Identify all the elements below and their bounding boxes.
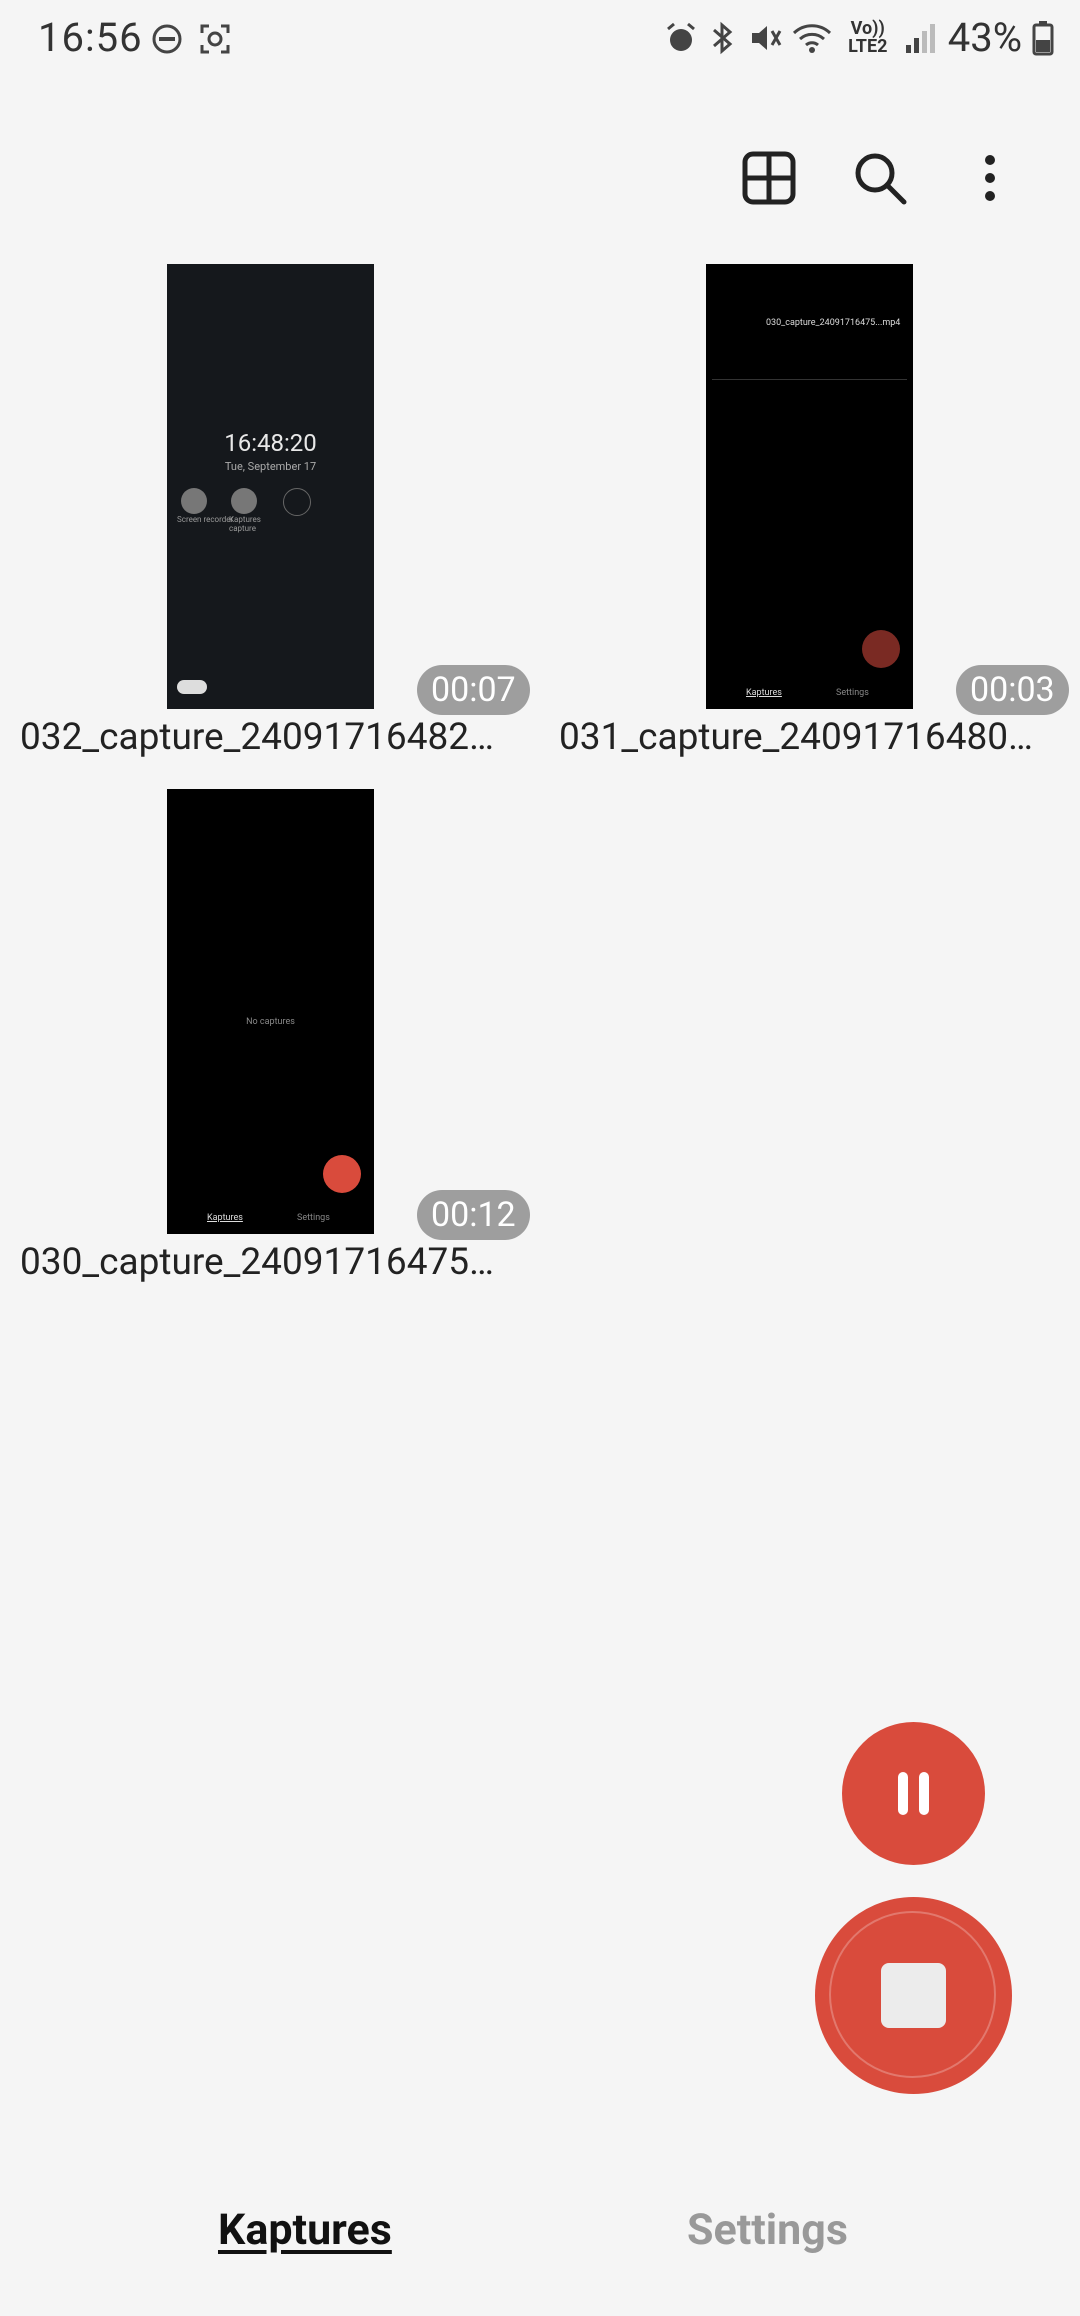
capture-filename: 032_capture_24091716482… <box>20 716 494 759</box>
more-options-icon[interactable] <box>960 148 1020 208</box>
stop-button[interactable] <box>815 1897 1012 2094</box>
tab-kaptures[interactable]: Kaptures <box>218 2205 392 2255</box>
wifi-icon <box>792 23 831 53</box>
pause-button[interactable] <box>842 1722 985 1865</box>
thumbnail-label-2: Kaptures capture <box>229 515 261 533</box>
status-bar: 16:56 Vo)) LTE2 43% <box>0 0 1080 80</box>
thumbnail-recorder-icon <box>181 488 207 514</box>
capture-filename: 030_capture_24091716475… <box>20 1241 494 1284</box>
thumbnail-empty-text: No captures <box>246 1017 295 1027</box>
alarm-icon <box>666 22 695 51</box>
thumbnail-clock: 16:48:20 <box>224 429 317 457</box>
video-thumbnail[interactable]: No captures Kaptures Settings <box>167 789 374 1234</box>
duration-badge: 00:07 <box>417 665 530 715</box>
signal-icon <box>905 23 935 53</box>
network-type: Vo)) LTE2 <box>848 17 888 57</box>
thumbnail-toggle <box>177 680 207 694</box>
thumbnail-capture-icon <box>231 488 257 514</box>
thumbnail-fab <box>862 630 900 668</box>
thumbnail-tab-kaptures: Kaptures <box>207 1213 243 1223</box>
thumbnail-tab-settings: Settings <box>836 688 869 698</box>
screen-capture-icon <box>200 24 230 54</box>
thumbnail-label-1: Screen recorder <box>177 515 234 524</box>
duration-badge: 00:12 <box>417 1190 530 1240</box>
duration-badge: 00:03 <box>956 665 1069 715</box>
video-thumbnail[interactable]: 030_capture_24091716475...mp4 Kaptures S… <box>706 264 913 709</box>
capture-filename: 031_capture_24091716480… <box>559 716 1033 759</box>
thumbnail-divider <box>712 379 907 380</box>
thumbnail-tab-kaptures: Kaptures <box>746 688 782 698</box>
pause-icon <box>898 1772 929 1815</box>
tab-settings[interactable]: Settings <box>687 2205 848 2255</box>
thumbnail-date: Tue, September 17 <box>224 460 317 473</box>
thumbnail-tab-settings: Settings <box>297 1213 330 1223</box>
thumbnail-add-icon <box>283 488 311 516</box>
video-thumbnail[interactable]: 16:48:20 Tue, September 17 Screen record… <box>167 264 374 709</box>
grid-view-icon[interactable] <box>739 148 799 208</box>
bluetooth-icon <box>712 21 733 54</box>
stop-icon <box>881 1963 946 2028</box>
mute-icon <box>751 25 782 50</box>
status-time: 16:56 <box>38 14 143 61</box>
thumbnail-file: 030_capture_24091716475...mp4 <box>766 318 901 328</box>
battery-percent: 43% <box>947 14 1022 61</box>
do-not-disturb-icon <box>152 24 182 54</box>
thumbnail-fab <box>323 1155 361 1193</box>
search-icon[interactable] <box>850 148 910 208</box>
battery-icon <box>1032 20 1054 55</box>
